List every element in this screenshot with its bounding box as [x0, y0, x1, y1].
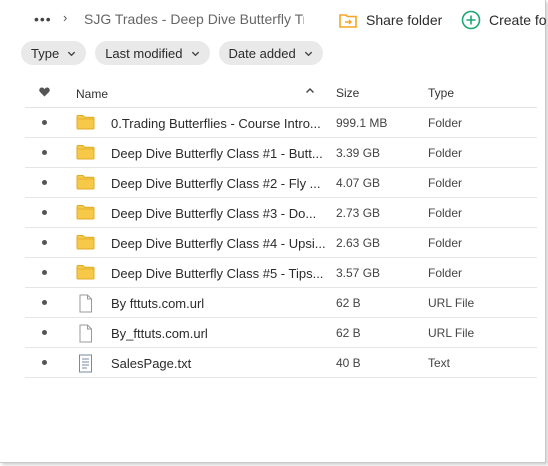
- file-size: 2.63 GB: [336, 236, 381, 250]
- file-name[interactable]: Deep Dive Butterfly Class #2 - Fly ...: [111, 176, 321, 191]
- table-row[interactable]: By fttuts.com.url 62 B URL File: [25, 288, 537, 318]
- table-header: Name Size Type: [25, 78, 537, 108]
- file-size: 3.57 GB: [336, 266, 381, 280]
- file-name[interactable]: Deep Dive Butterfly Class #1 - Butt...: [111, 146, 323, 161]
- favorite-dot[interactable]: [42, 150, 47, 155]
- table-body: 0.Trading Butterflies - Course Intro... 9…: [25, 108, 537, 378]
- table-row[interactable]: SalesPage.txt 40 B Text: [25, 348, 537, 378]
- file-name[interactable]: 0.Trading Butterflies - Course Intro...: [111, 116, 321, 131]
- file-size: 3.39 GB: [336, 146, 381, 160]
- heart-icon[interactable]: [39, 87, 50, 97]
- file-type: Folder: [428, 146, 463, 160]
- file-name[interactable]: By fttuts.com.url: [111, 296, 204, 311]
- top-bar: ••• › SJG Trades - Deep Dive Butterfly T…: [0, 0, 547, 38]
- table-row[interactable]: By_fttuts.com.url 62 B URL File: [25, 318, 537, 348]
- folder-icon: [76, 174, 95, 193]
- file-type: Folder: [428, 206, 463, 220]
- file-type: Folder: [428, 266, 463, 280]
- file-icon: [76, 324, 95, 346]
- file-size: 40 B: [336, 356, 361, 370]
- sort-ascending-icon[interactable]: [305, 86, 315, 96]
- file-name[interactable]: By_fttuts.com.url: [111, 326, 208, 341]
- file-size: 62 B: [336, 296, 361, 310]
- more-options-button[interactable]: •••: [34, 11, 52, 27]
- date-added-filter-chip[interactable]: Date added: [218, 41, 323, 65]
- breadcrumb-separator: ›: [63, 10, 68, 25]
- chevron-down-icon: [191, 51, 199, 56]
- file-size: 2.73 GB: [336, 206, 381, 220]
- filter-bar: Type Last modified Date added: [21, 41, 323, 65]
- favorite-dot[interactable]: [42, 330, 47, 335]
- name-column-header[interactable]: Name: [76, 87, 108, 101]
- folder-icon: [76, 204, 95, 223]
- share-folder-label: Share folder: [366, 12, 443, 28]
- table-row[interactable]: Deep Dive Butterfly Class #4 - Upsi... 2.…: [25, 228, 537, 258]
- favorite-dot[interactable]: [42, 360, 47, 365]
- file-size: 999.1 MB: [336, 116, 388, 130]
- favorite-dot[interactable]: [42, 270, 47, 275]
- folder-icon: [76, 114, 95, 133]
- favorite-dot[interactable]: [42, 180, 47, 185]
- create-folder-label: Create fo: [489, 12, 547, 28]
- file-type: Folder: [428, 236, 463, 250]
- plus-circle-icon: [461, 10, 481, 30]
- table-row[interactable]: Deep Dive Butterfly Class #2 - Fly ... 4.…: [25, 168, 537, 198]
- folder-icon: [76, 144, 95, 163]
- date-added-filter-label: Date added: [228, 45, 296, 61]
- share-folder-button[interactable]: Share folder: [339, 9, 442, 31]
- file-size: 4.07 GB: [336, 176, 381, 190]
- last-modified-filter-chip[interactable]: Last modified: [95, 41, 210, 65]
- file-name[interactable]: Deep Dive Butterfly Class #5 - Tips...: [111, 266, 323, 281]
- table-row[interactable]: Deep Dive Butterfly Class #1 - Butt... 3.…: [25, 138, 537, 168]
- type-filter-label: Type: [31, 45, 60, 61]
- file-name[interactable]: Deep Dive Butterfly Class #4 - Upsi...: [111, 236, 326, 251]
- file-type: Folder: [428, 176, 463, 190]
- file-type: URL File: [428, 296, 475, 310]
- table-row[interactable]: 0.Trading Butterflies - Course Intro... 9…: [25, 108, 537, 138]
- text-file-icon: [76, 354, 95, 376]
- folder-icon: [76, 234, 95, 253]
- file-size: 62 B: [336, 326, 361, 340]
- file-type: Folder: [428, 116, 463, 130]
- type-filter-chip[interactable]: Type: [21, 41, 87, 65]
- share-folder-icon: [339, 13, 357, 28]
- favorite-dot[interactable]: [42, 210, 47, 215]
- size-column-header[interactable]: Size: [336, 86, 359, 100]
- chevron-down-icon: [304, 51, 312, 56]
- file-type: URL File: [428, 326, 475, 340]
- type-column-header[interactable]: Type: [428, 86, 454, 100]
- favorite-dot[interactable]: [42, 240, 47, 245]
- chevron-down-icon: [68, 51, 76, 56]
- file-icon: [76, 294, 95, 316]
- table-row[interactable]: Deep Dive Butterfly Class #5 - Tips... 3.…: [25, 258, 537, 288]
- breadcrumb-current-folder[interactable]: SJG Trades - Deep Dive Butterfly Tra...: [84, 11, 304, 27]
- file-name[interactable]: Deep Dive Butterfly Class #3 - Do...: [111, 206, 316, 221]
- file-type: Text: [428, 356, 451, 370]
- folder-icon: [76, 264, 95, 283]
- favorite-dot[interactable]: [42, 300, 47, 305]
- table-row[interactable]: Deep Dive Butterfly Class #3 - Do... 2.73…: [25, 198, 537, 228]
- favorite-dot[interactable]: [42, 120, 47, 125]
- file-name[interactable]: SalesPage.txt: [111, 356, 191, 371]
- last-modified-filter-label: Last modified: [105, 45, 183, 61]
- file-table: Name Size Type 0.Trading Butterflies - C…: [25, 78, 537, 378]
- create-folder-button[interactable]: Create fo: [461, 9, 547, 31]
